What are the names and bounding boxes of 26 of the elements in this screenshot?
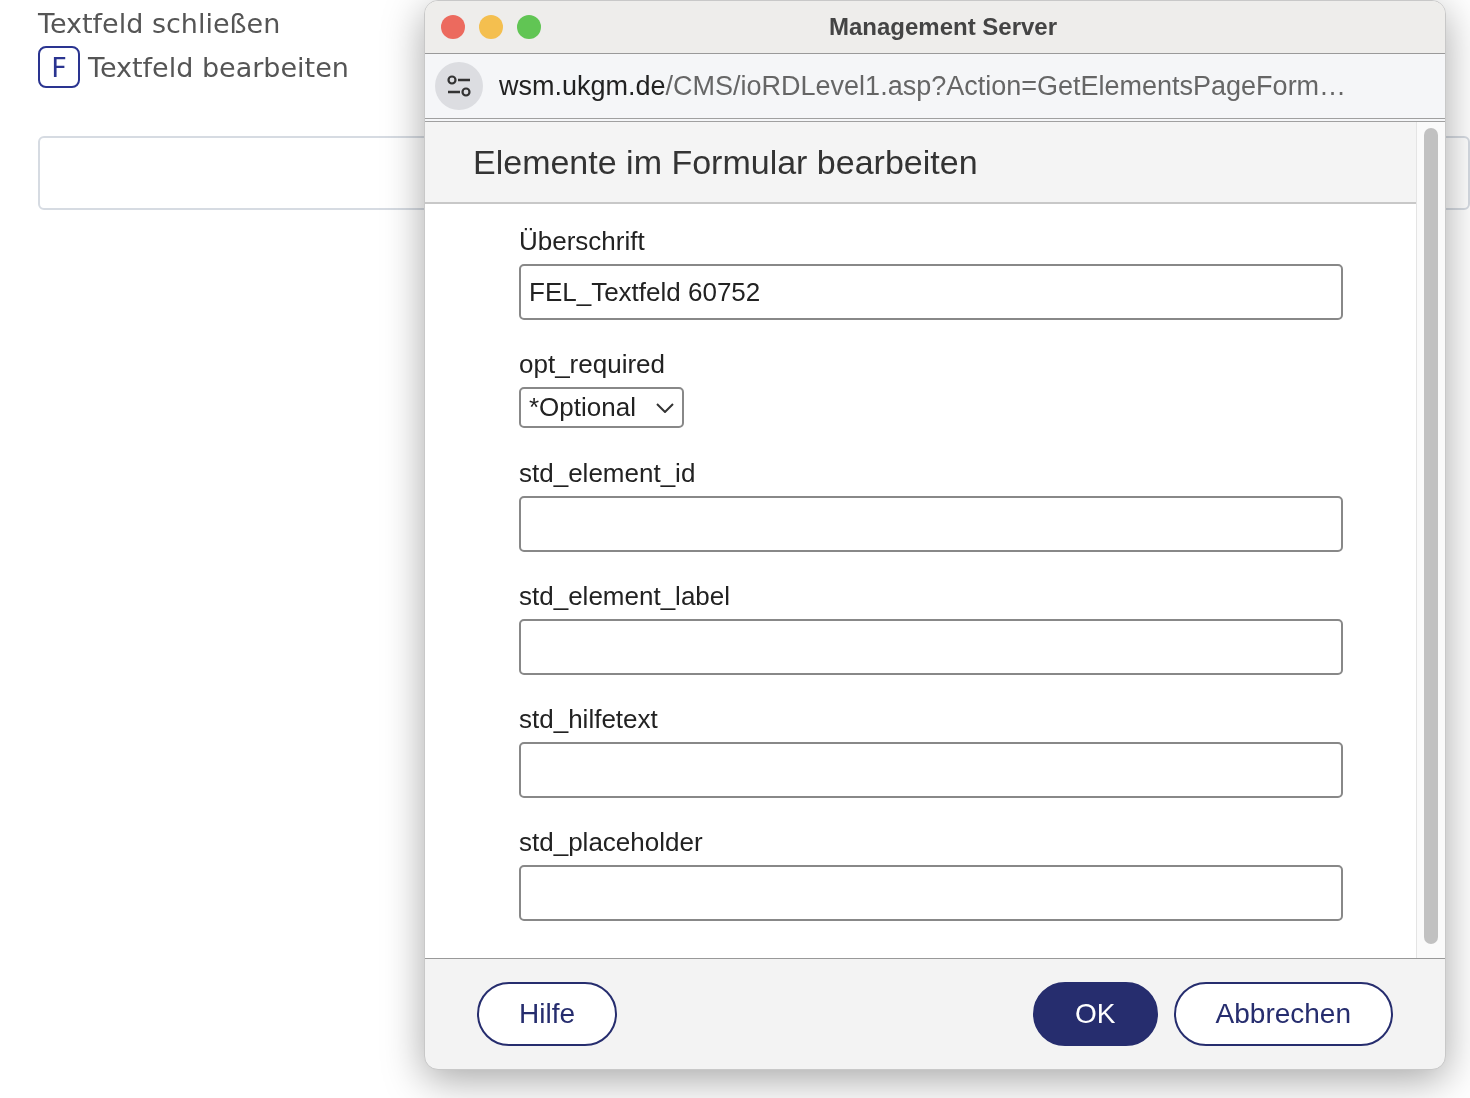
sliders-icon[interactable] [435, 62, 483, 110]
field-label: std_hilfetext [519, 704, 659, 736]
dialog-button[interactable]: Abbrechen [1173, 982, 1393, 1046]
input-field[interactable] [519, 865, 1343, 921]
input-field[interactable] [519, 619, 1343, 675]
dialog-button[interactable]: Hilfe [477, 982, 617, 1046]
zoom-icon[interactable] [517, 15, 541, 39]
dialog-button[interactable]: OK [1033, 982, 1158, 1046]
field-label: Überschrift [519, 226, 646, 258]
field-label: std_element_label [519, 581, 732, 613]
field-label: opt_required [519, 349, 666, 381]
window-title: Management Server [827, 13, 1059, 41]
input-field[interactable] [519, 496, 1343, 552]
scrollbar-thumb[interactable] [1424, 128, 1438, 944]
edit-link[interactable]: Textfeld bearbeiten [88, 51, 349, 83]
field-label: std_element_id [519, 458, 697, 490]
close-icon[interactable] [441, 15, 465, 39]
chevron-icon [656, 402, 674, 413]
field-label: std_placeholder [519, 827, 704, 859]
input-field[interactable] [519, 742, 1343, 798]
input-field[interactable]: FEL_Textfeld 60752 [519, 264, 1343, 320]
url-text: wsm.ukgm.de/CMS/ioRDLevel1.asp?Action=GetElementsPageForm… [499, 70, 1347, 102]
dropdown[interactable]: *Optional [519, 387, 684, 428]
dialog-heading: Elemente im Formular bearbeiten [473, 142, 978, 182]
form-badge: F [38, 46, 80, 88]
close-link[interactable]: Textfeld schließen [38, 6, 281, 42]
